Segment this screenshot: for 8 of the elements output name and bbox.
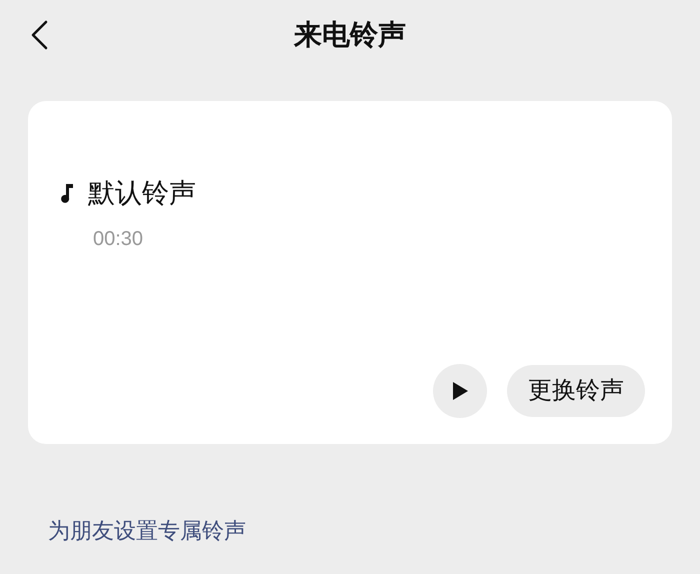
page-title: 来电铃声 xyxy=(294,18,406,52)
play-icon xyxy=(451,381,469,401)
set-friend-ringtone-link[interactable]: 为朋友设置专属铃声 xyxy=(48,518,246,543)
music-note-icon xyxy=(60,183,74,204)
back-icon xyxy=(30,20,48,50)
ringtone-name: 默认铃声 xyxy=(88,177,196,210)
change-ringtone-button[interactable]: 更换铃声 xyxy=(507,365,645,417)
ringtone-duration: 00:30 xyxy=(93,226,144,252)
